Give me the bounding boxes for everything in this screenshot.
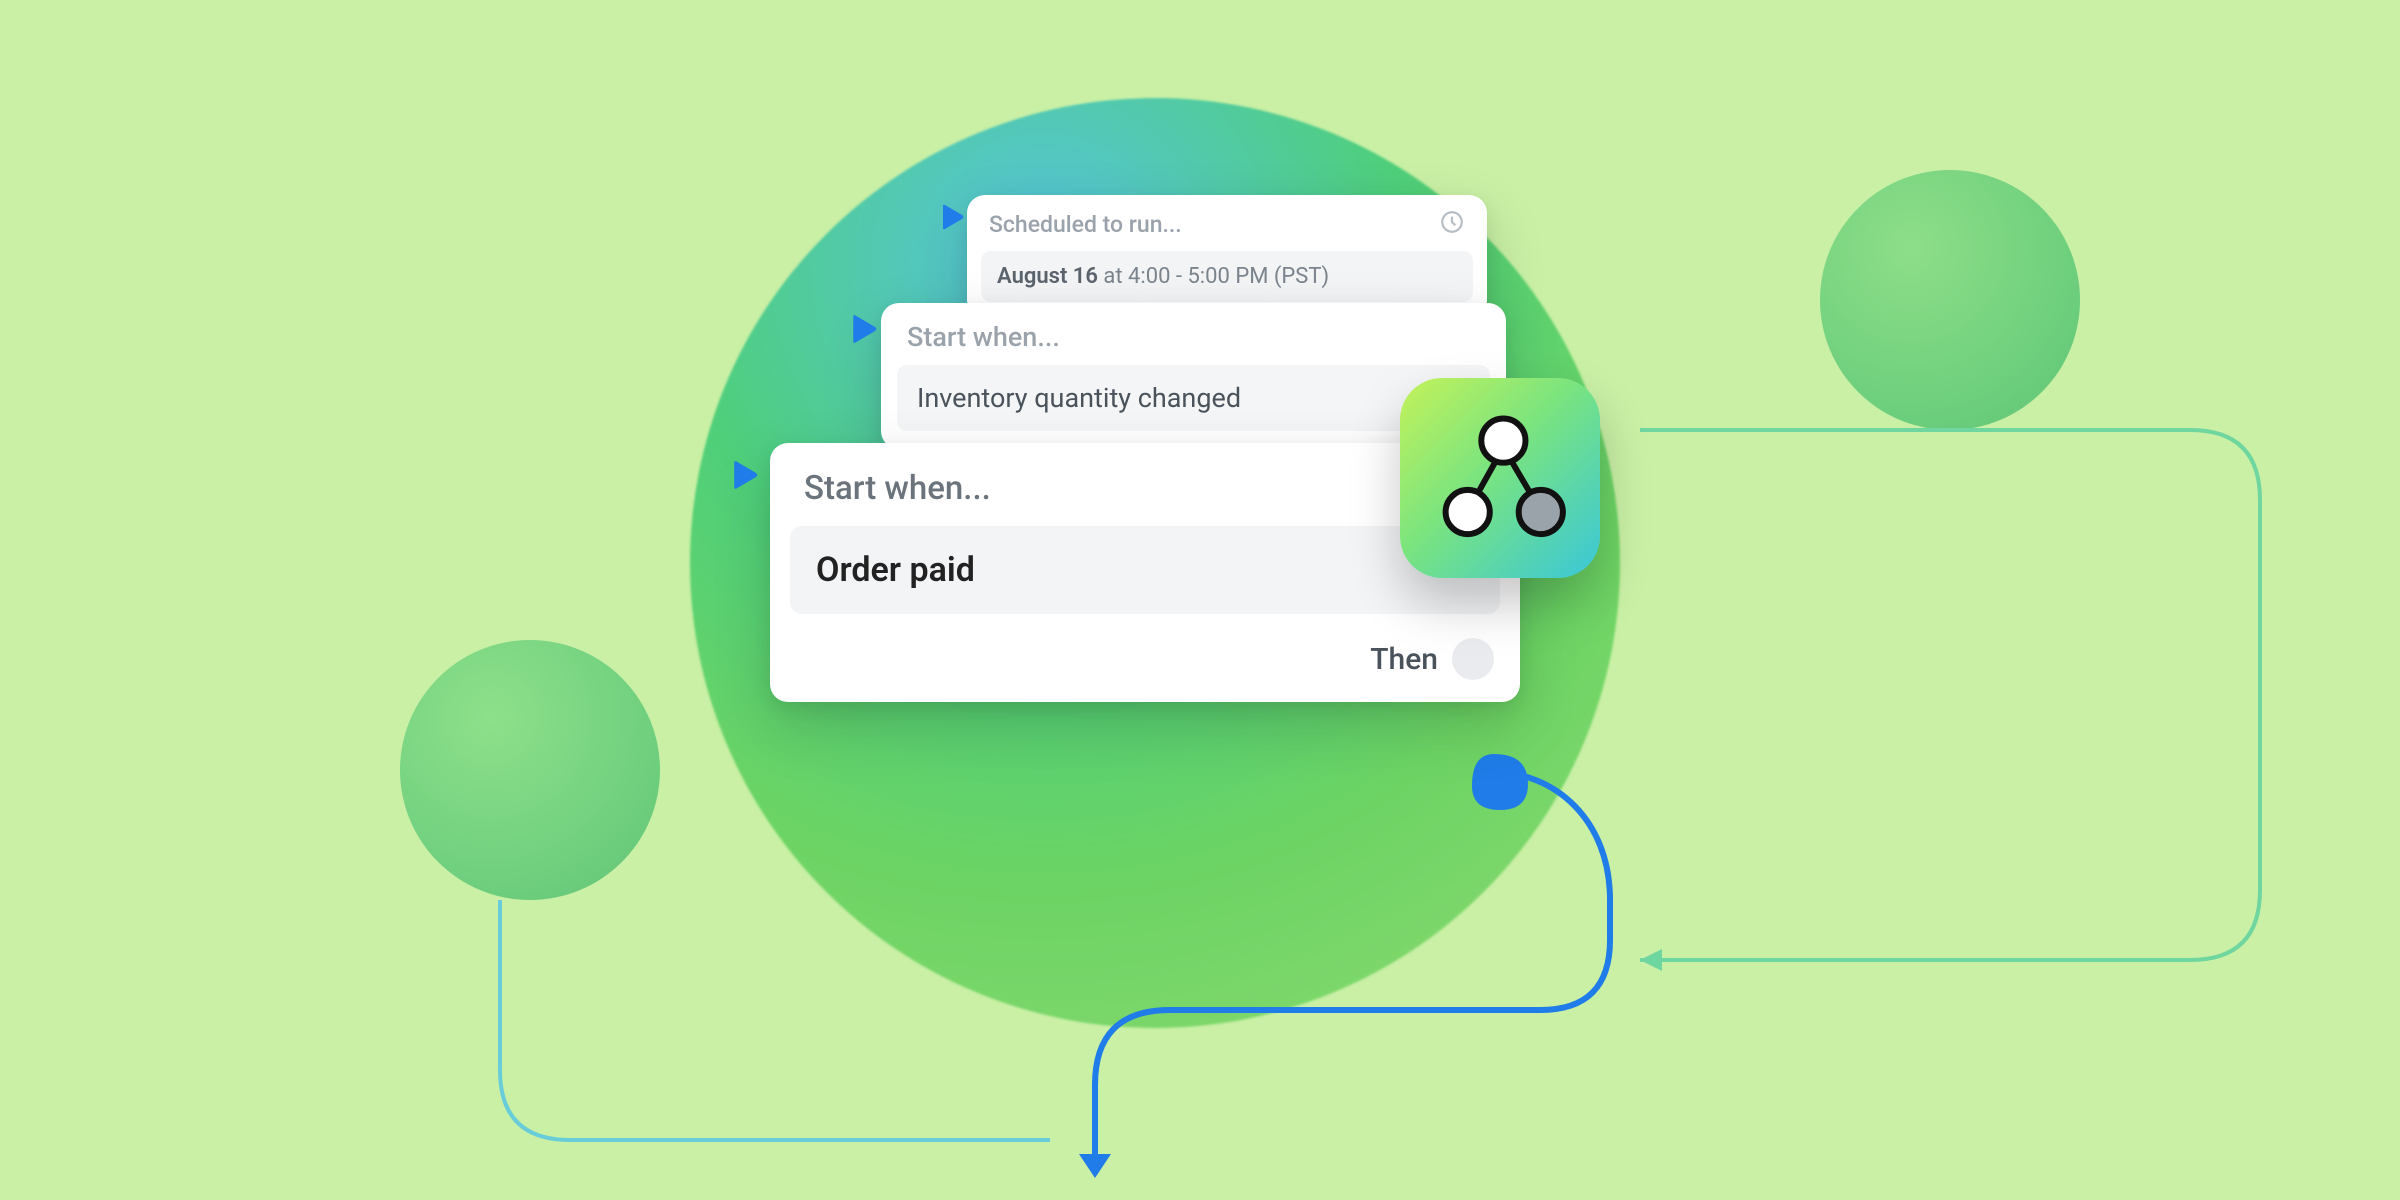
card-title: Start when... — [881, 303, 1506, 365]
card-value: Order paid — [790, 526, 1500, 614]
flow-app-icon — [1400, 378, 1600, 578]
clock-icon — [1439, 209, 1465, 239]
play-icon — [732, 461, 759, 489]
card-value: August 16 at 4:00 - 5:00 PM (PST) — [981, 251, 1473, 302]
decorative-circle-left — [400, 640, 660, 900]
play-icon — [851, 315, 878, 343]
decorative-circle-right — [1820, 170, 2080, 430]
play-icon — [941, 203, 968, 231]
then-connector-dot[interactable] — [1452, 638, 1494, 680]
trigger-card-scheduled[interactable]: Scheduled to run... August 16 at 4:00 - … — [967, 195, 1487, 318]
card-title: Scheduled to run... — [989, 211, 1182, 238]
then-label: Then — [1370, 642, 1438, 677]
